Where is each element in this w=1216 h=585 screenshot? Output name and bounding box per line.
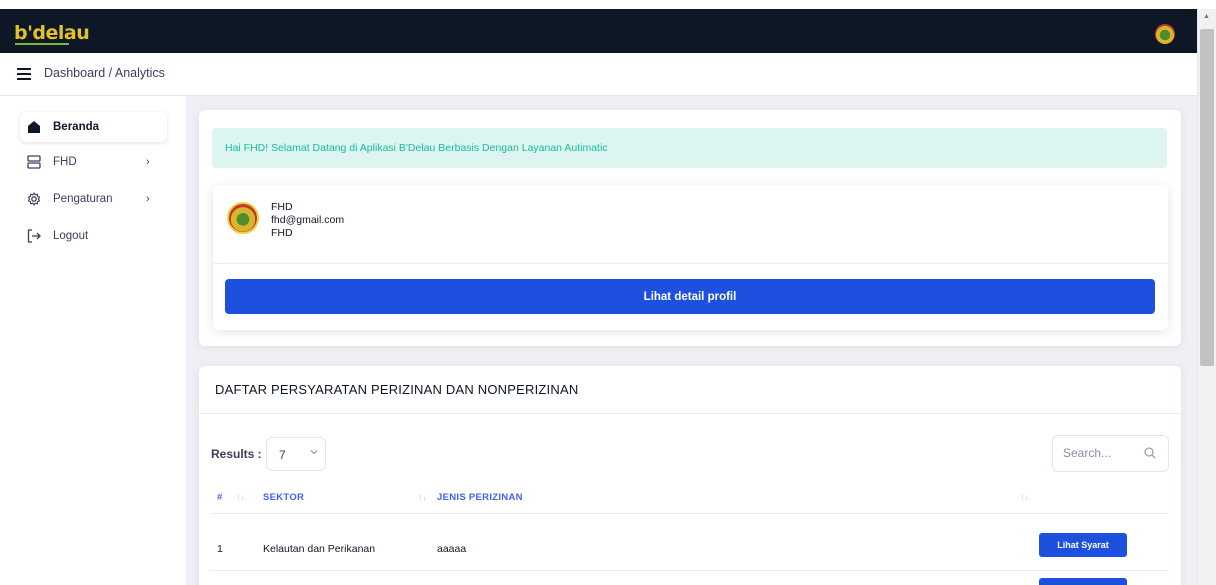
breadcrumb-bar: Dashboard / Analytics (0, 53, 1197, 96)
chevron-right-icon: › (146, 193, 150, 205)
sidebar-item-logout[interactable]: Logout (20, 221, 167, 251)
results-label: Results : (211, 447, 262, 461)
sidebar-item-label: FHD (53, 156, 77, 168)
cell-jenis-perizinan: aaaaa (437, 543, 467, 555)
sidebar: Beranda FHD › Pengaturan › Logout (0, 96, 186, 585)
profile-card: FHD fhd@gmail.com FHD Lihat detail profi… (213, 185, 1168, 330)
logo-underline (15, 43, 69, 45)
profile-role: FHD (271, 227, 293, 239)
sidebar-item-pengaturan[interactable]: Pengaturan › (20, 184, 167, 214)
profile-name: FHD (271, 201, 293, 213)
welcome-alert: Hai FHD! Selamat Datang di Aplikasi B'De… (212, 128, 1167, 168)
page-scrollbar[interactable]: ▲ (1197, 9, 1216, 585)
divider (210, 570, 1169, 571)
breadcrumb: Dashboard / Analytics (44, 66, 165, 80)
cell-no: 1 (217, 543, 223, 555)
column-header-sektor[interactable]: SEKTOR (263, 492, 304, 503)
search-icon[interactable] (1144, 447, 1156, 459)
scroll-up-icon[interactable]: ▲ (1203, 13, 1210, 20)
sort-icon[interactable]: ↑↓ (418, 492, 427, 502)
cell-sektor: Kelautan dan Perikanan (263, 543, 376, 555)
profile-email: fhd@gmail.com (271, 214, 345, 226)
sidebar-item-fhd[interactable]: FHD › (20, 147, 167, 177)
scrollbar-thumb[interactable] (1200, 29, 1214, 366)
profile-avatar (227, 202, 259, 234)
sidebar-item-label: Logout (53, 230, 89, 242)
top-navbar: b'delau (0, 9, 1197, 53)
view-requirements-button[interactable]: Lihat Syarat (1039, 533, 1127, 557)
list-title: DAFTAR PERSYARATAN PERIZINAN DAN NONPERI… (215, 382, 579, 397)
column-header-jenis-perizinan[interactable]: JENIS PERIZINAN (437, 492, 523, 503)
search-box (1052, 435, 1169, 472)
search-input[interactable] (1063, 446, 1143, 460)
server-icon (27, 155, 41, 169)
sidebar-item-beranda[interactable]: Beranda (20, 112, 167, 142)
view-profile-button[interactable]: Lihat detail profil (225, 279, 1155, 314)
column-header-no[interactable]: # (217, 492, 223, 503)
user-avatar[interactable] (1155, 24, 1175, 44)
results-select[interactable]: 7 (266, 437, 326, 471)
profile-info: FHD fhd@gmail.com FHD (271, 201, 344, 240)
chevron-right-icon: › (146, 156, 150, 168)
logout-icon (27, 229, 41, 243)
divider (199, 413, 1181, 414)
sort-icon[interactable]: ↑↓ (236, 492, 245, 502)
divider (210, 513, 1169, 514)
sidebar-item-label: Beranda (53, 121, 100, 133)
menu-icon[interactable] (17, 68, 31, 80)
divider (213, 263, 1168, 264)
sort-icon[interactable]: ↑↓ (1020, 492, 1029, 502)
app-logo[interactable]: b'delau (14, 16, 90, 46)
results-value: 7 (279, 448, 286, 462)
chevron-down-icon (309, 447, 319, 460)
window-top-strip (0, 0, 1216, 9)
sidebar-item-label: Pengaturan (53, 193, 113, 205)
view-requirements-button[interactable] (1039, 578, 1127, 585)
home-icon (27, 120, 41, 134)
gear-icon (27, 192, 41, 206)
logo-text: b'delau (14, 22, 90, 44)
